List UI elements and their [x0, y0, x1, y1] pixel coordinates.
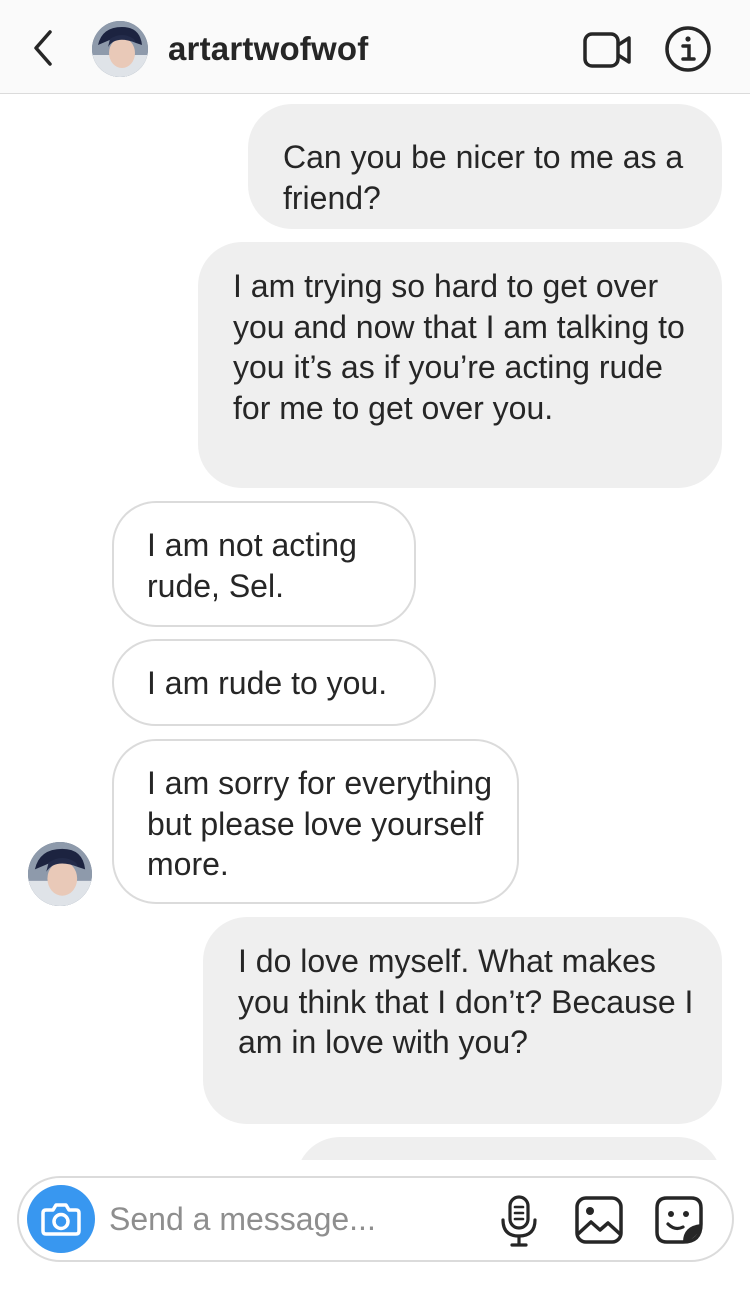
message-text: I do love myself. What makes you think t… — [238, 943, 694, 1060]
message-text: I am not acting rude, Sel. — [147, 527, 357, 604]
video-camera-icon — [583, 32, 631, 68]
avatar[interactable] — [92, 21, 148, 77]
message-bubble-outgoing[interactable] — [296, 1137, 722, 1160]
info-icon — [665, 26, 711, 72]
image-icon — [575, 1196, 623, 1244]
message-bubble-outgoing[interactable]: I am trying so hard to get over you and … — [198, 242, 722, 488]
sticker-button[interactable] — [653, 1194, 705, 1246]
message-composer — [17, 1176, 734, 1262]
message-bubble-outgoing[interactable]: I do love myself. What makes you think t… — [203, 917, 722, 1124]
message-text: I am trying so hard to get over you and … — [233, 268, 685, 426]
sender-avatar[interactable] — [28, 842, 92, 906]
voice-message-button[interactable] — [497, 1194, 541, 1248]
gallery-button[interactable] — [573, 1194, 625, 1246]
message-input[interactable] — [109, 1194, 489, 1244]
message-bubble-incoming[interactable]: I am not acting rude, Sel. — [112, 501, 416, 627]
microphone-icon — [501, 1195, 537, 1247]
info-button[interactable] — [663, 24, 713, 74]
message-bubble-outgoing[interactable]: Can you be nicer to me as a friend? — [248, 104, 722, 229]
chevron-left-icon — [34, 30, 52, 66]
message-text: Can you be nicer to me as a friend? — [283, 139, 684, 216]
message-bubble-incoming[interactable]: I am rude to you. — [112, 639, 436, 726]
camera-icon — [41, 1203, 81, 1236]
chat-username[interactable]: artartwofwof — [168, 30, 368, 68]
message-text: I am rude to you. — [147, 665, 388, 701]
profile-photo — [92, 21, 148, 77]
chat-header: artartwofwof — [0, 0, 750, 94]
message-text: I am sorry for everything but please lov… — [147, 765, 492, 882]
profile-photo — [28, 842, 92, 906]
sticker-icon — [655, 1196, 703, 1244]
video-call-button[interactable] — [582, 28, 634, 72]
message-bubble-incoming[interactable]: I am sorry for everything but please lov… — [112, 739, 519, 904]
back-button[interactable] — [26, 26, 62, 70]
camera-button[interactable] — [27, 1185, 95, 1253]
message-thread[interactable]: Can you be nicer to me as a friend? I am… — [0, 95, 750, 1160]
